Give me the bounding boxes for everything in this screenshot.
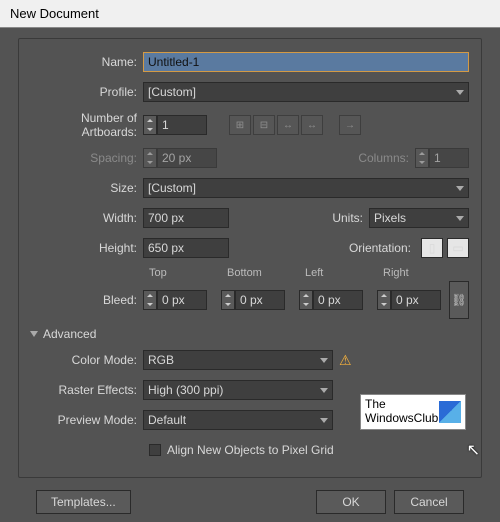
raster-label: Raster Effects: [31, 383, 143, 397]
spacing-value: 20 px [162, 151, 191, 165]
columns-value: 1 [434, 151, 441, 165]
bleed-right-input[interactable]: 0 px [391, 290, 441, 310]
width-input[interactable]: 700 px [143, 208, 229, 228]
footer: Templates... OK Cancel [18, 490, 482, 514]
orientation-label: Orientation: [349, 241, 417, 255]
grid-arrange-icon[interactable]: ⊞ [229, 115, 251, 135]
name-label: Name: [31, 55, 143, 69]
columns-label: Columns: [358, 151, 415, 165]
profile-dropdown[interactable]: [Custom] [143, 82, 469, 102]
rtl-icon[interactable]: ↔ [277, 115, 299, 135]
size-value: [Custom] [148, 181, 196, 195]
bleed-headers: Top Bottom Left Right [31, 267, 469, 279]
preview-label: Preview Mode: [31, 413, 143, 427]
advanced-toggle[interactable]: Advanced [31, 327, 469, 341]
chevron-down-icon [320, 418, 328, 423]
preview-dropdown[interactable]: Default [143, 410, 333, 430]
ok-button[interactable]: OK [316, 490, 386, 514]
spacing-stepper: 20 px [143, 148, 217, 168]
align-checkbox[interactable] [149, 444, 161, 456]
bleed-bottom-input[interactable]: 0 px [235, 290, 285, 310]
arrow-right-icon[interactable]: → [339, 115, 361, 135]
columns-stepper: 1 [415, 148, 469, 168]
height-input[interactable]: 650 px [143, 238, 229, 258]
dialog-body: Name: Untitled-1 Profile: [Custom] Numbe… [0, 28, 500, 522]
artboards-value: 1 [162, 118, 169, 132]
window-title: New Document [10, 6, 99, 21]
size-label: Size: [31, 181, 143, 195]
chevron-down-icon [456, 186, 464, 191]
chevron-down-icon [320, 388, 328, 393]
profile-value: [Custom] [148, 85, 196, 99]
chevron-down-icon [456, 216, 464, 221]
cursor-icon: ↖ [467, 440, 480, 460]
name-input[interactable]: Untitled-1 [143, 52, 469, 72]
spacing-label: Spacing: [31, 151, 143, 165]
bleed-left-input[interactable]: 0 px [313, 290, 363, 310]
align-label: Align New Objects to Pixel Grid [167, 443, 334, 457]
cancel-button[interactable]: Cancel [394, 490, 464, 514]
chevron-down-icon [320, 358, 328, 363]
colormode-label: Color Mode: [31, 353, 143, 367]
chevron-down-icon [456, 90, 464, 95]
artboards-label: Number of Artboards: [31, 111, 143, 139]
name-value: Untitled-1 [148, 55, 199, 69]
ltr-icon[interactable]: ↔ [301, 115, 323, 135]
width-label: Width: [31, 211, 143, 225]
profile-label: Profile: [31, 85, 143, 99]
row-arrange-icon[interactable]: ⊟ [253, 115, 275, 135]
height-label: Height: [31, 241, 143, 255]
disclosure-triangle-icon [30, 331, 38, 337]
orientation-portrait-icon[interactable]: ▯ [421, 238, 443, 258]
colormode-dropdown[interactable]: RGB [143, 350, 333, 370]
orientation-landscape-icon[interactable]: ▭ [447, 238, 469, 258]
logo-square-icon [439, 401, 461, 423]
warning-icon: ⚠ [339, 352, 352, 369]
bleed-label: Bleed: [31, 293, 143, 307]
templates-button[interactable]: Templates... [36, 490, 131, 514]
units-value: Pixels [374, 211, 406, 225]
link-bleed-icon[interactable]: ⛓ [449, 281, 469, 319]
units-label: Units: [332, 211, 369, 225]
raster-dropdown[interactable]: High (300 ppi) [143, 380, 333, 400]
units-dropdown[interactable]: Pixels [369, 208, 469, 228]
watermark-logo: The WindowsClub [360, 394, 466, 430]
bleed-top-input[interactable]: 0 px [157, 290, 207, 310]
artboards-stepper[interactable]: 1 [143, 115, 207, 135]
title-bar: New Document [0, 0, 500, 28]
size-dropdown[interactable]: [Custom] [143, 178, 469, 198]
